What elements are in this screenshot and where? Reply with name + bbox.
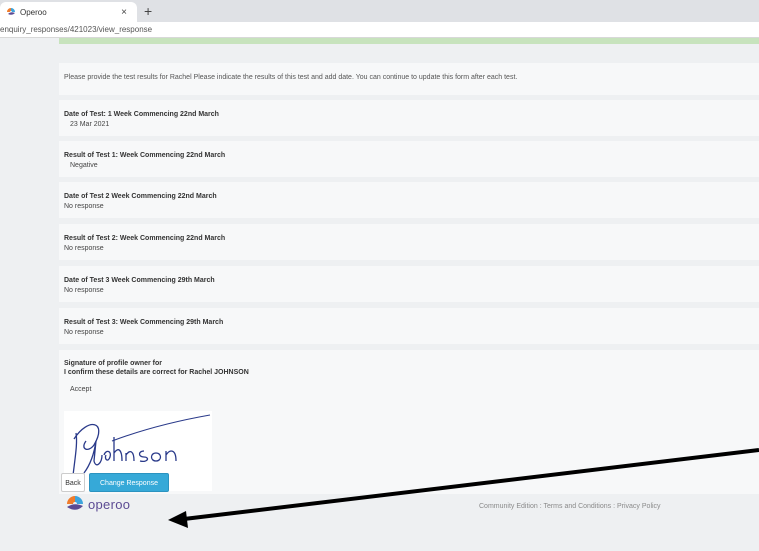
- question-card: Result of Test 2: Week Commencing 22nd M…: [59, 224, 759, 260]
- intro-card: Please provide the test results for Rach…: [59, 63, 759, 95]
- new-tab-button[interactable]: +: [144, 3, 152, 19]
- operoo-logo: operoo: [64, 495, 130, 513]
- footer-links[interactable]: Community Edition : Terms and Conditions…: [479, 503, 661, 510]
- question-answer: Negative: [70, 162, 98, 169]
- question-answer: No response: [64, 245, 104, 252]
- address-bar[interactable]: enquiry_responses/421023/view_response: [0, 22, 759, 38]
- question-card: Date of Test 3 Week Commencing 29th Marc…: [59, 266, 759, 302]
- question-answer: 23 Mar 2021: [70, 121, 110, 128]
- signature-label: Signature of profile owner for: [64, 360, 163, 367]
- question-answer: No response: [64, 287, 104, 294]
- question-card: Date of Test 2 Week Commencing 22nd Marc…: [59, 182, 759, 218]
- url-text[interactable]: enquiry_responses/421023/view_response: [0, 25, 152, 34]
- question-label: Date of Test 3 Week Commencing 29th Marc…: [64, 277, 215, 284]
- question-answer: No response: [64, 203, 104, 210]
- signature-answer: Accept: [70, 386, 92, 393]
- operoo-logo-icon: [67, 496, 83, 510]
- intro-text: Please provide the test results for Rach…: [64, 74, 518, 81]
- question-label: Date of Test 2 Week Commencing 22nd Marc…: [64, 193, 217, 200]
- signature-confirm-label: I confirm these details are correct for …: [64, 369, 249, 376]
- logo-text: operoo: [88, 496, 131, 512]
- question-label: Result of Test 3: Week Commencing 29th M…: [64, 319, 224, 326]
- question-label: Result of Test 2: Week Commencing 22nd M…: [64, 235, 226, 242]
- question-answer: No response: [64, 329, 104, 336]
- browser-tab[interactable]: Operoo ×: [0, 2, 137, 22]
- operoo-favicon-icon: [7, 8, 15, 15]
- question-card: Date of Test: 1 Week Commencing 22nd Mar…: [59, 100, 759, 136]
- question-card: Result of Test 1: Week Commencing 22nd M…: [59, 141, 759, 177]
- browser-tab-bar: Operoo × +: [0, 0, 759, 22]
- tab-title: Operoo: [20, 7, 47, 17]
- tab-close-icon[interactable]: ×: [121, 7, 127, 18]
- change-response-button[interactable]: Change Response: [89, 473, 169, 492]
- question-label: Date of Test: 1 Week Commencing 22nd Mar…: [64, 111, 219, 118]
- question-label: Result of Test 1: Week Commencing 22nd M…: [64, 152, 226, 159]
- question-card: Result of Test 3: Week Commencing 29th M…: [59, 308, 759, 344]
- back-button[interactable]: Back: [61, 473, 85, 492]
- progress-strip: [59, 38, 759, 44]
